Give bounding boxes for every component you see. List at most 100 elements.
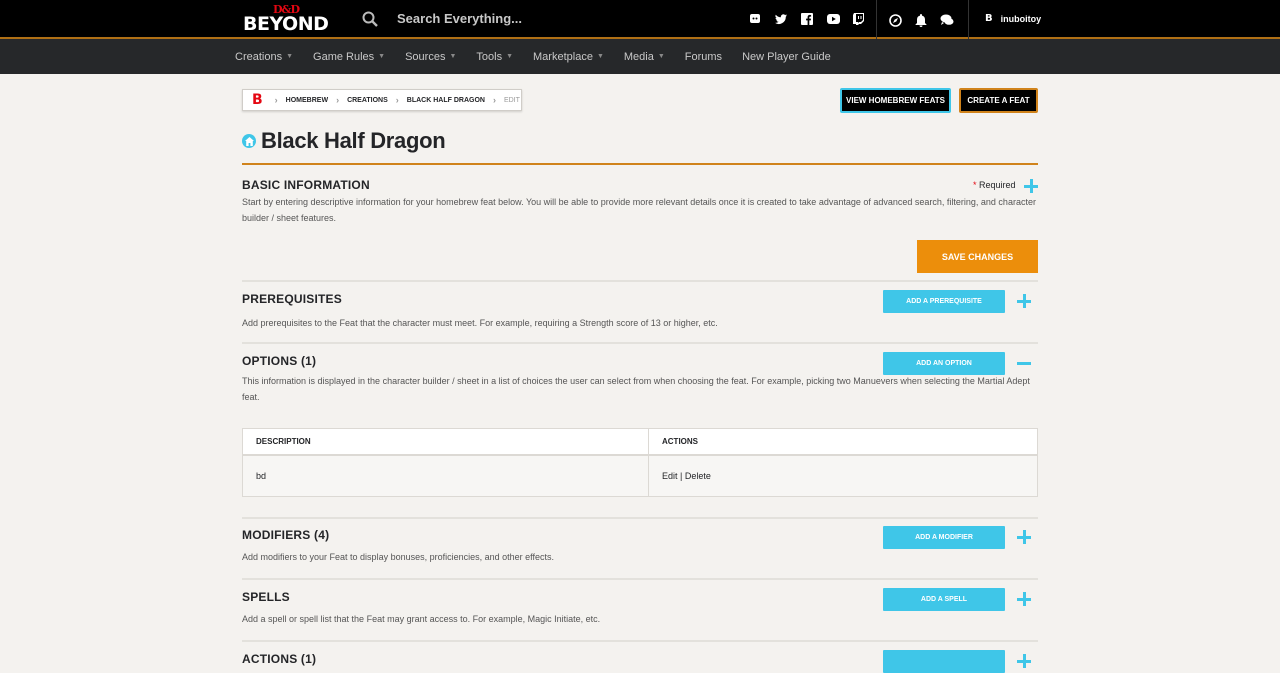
options-section: OPTIONS (1) ADD AN OPTION This informati… bbox=[242, 352, 1038, 519]
chevron-right-icon: › bbox=[274, 95, 278, 105]
collapse-minus-icon[interactable] bbox=[1016, 355, 1032, 371]
caret-down-icon: ▼ bbox=[449, 53, 457, 60]
caret-down-icon: ▼ bbox=[596, 53, 604, 60]
add-modifier-button[interactable]: ADD A MODIFIER bbox=[883, 526, 1005, 549]
breadcrumb: B › HOMEBREW › CREATIONS › BLACK HALF DR… bbox=[242, 89, 522, 111]
nav-item-label: Creations bbox=[235, 50, 283, 63]
search-icon[interactable] bbox=[362, 11, 378, 27]
view-homebrew-feats-button[interactable]: VIEW HOMEBREW FEATS bbox=[840, 88, 951, 113]
breadcrumb-logo[interactable]: B bbox=[252, 92, 263, 108]
nav-item-media[interactable]: Media ▼ bbox=[624, 51, 665, 63]
compass-icon[interactable] bbox=[887, 12, 903, 28]
option-actions-cell: Edit | Delete bbox=[649, 456, 1037, 496]
section-divider bbox=[242, 280, 1038, 282]
nav-item-label: Sources bbox=[405, 50, 446, 63]
modifiers-section: MODIFIERS (4) ADD A MODIFIER Add modifie… bbox=[242, 526, 1038, 583]
social-links bbox=[748, 12, 866, 26]
basic-information-heading: BASIC INFORMATION bbox=[242, 178, 370, 192]
section-divider bbox=[242, 517, 1038, 519]
facebook-icon[interactable] bbox=[800, 12, 814, 26]
required-star: * bbox=[973, 180, 977, 190]
nav-item-creations[interactable]: Creations ▼ bbox=[235, 51, 293, 63]
dnd-beyond-logo[interactable]: D&D BEYOND bbox=[243, 3, 333, 35]
expand-plus-icon[interactable] bbox=[1016, 591, 1032, 607]
title-divider bbox=[242, 163, 1038, 165]
twitch-icon[interactable] bbox=[852, 12, 866, 26]
caret-down-icon: ▼ bbox=[286, 53, 294, 60]
nav-item-game-rules[interactable]: Game Rules ▼ bbox=[313, 51, 385, 63]
expand-plus-icon[interactable] bbox=[1023, 178, 1039, 194]
logo-beyond-text: BEYOND bbox=[243, 13, 329, 35]
column-header-description: DESCRIPTION bbox=[243, 429, 649, 454]
expand-plus-icon[interactable] bbox=[1016, 293, 1032, 309]
divider bbox=[968, 0, 969, 39]
page-title: Black Half Dragon bbox=[261, 128, 446, 153]
nav-item-tools[interactable]: Tools ▼ bbox=[476, 51, 513, 63]
prerequisites-description: Add prerequisites to the Feat that the c… bbox=[242, 318, 718, 328]
user-menu[interactable]: B inuboitoy bbox=[985, 13, 1041, 24]
column-header-actions: ACTIONS bbox=[662, 437, 698, 446]
user-badge: B bbox=[985, 13, 993, 24]
table-row: bd Edit | Delete bbox=[243, 456, 1037, 496]
create-feat-button[interactable]: CREATE A FEAT bbox=[959, 88, 1038, 113]
required-label: Required bbox=[979, 180, 1016, 190]
username: inuboitoy bbox=[1000, 13, 1042, 24]
add-spell-button[interactable]: ADD A SPELL bbox=[883, 588, 1005, 611]
nav-item-marketplace[interactable]: Marketplace ▼ bbox=[533, 51, 604, 63]
nav-item-label: Media bbox=[623, 50, 654, 63]
nav-item-label: Marketplace bbox=[533, 50, 593, 63]
actions-divider: | bbox=[680, 471, 683, 481]
caret-down-icon: ▼ bbox=[506, 53, 514, 60]
delete-link[interactable]: Delete bbox=[685, 471, 711, 481]
edit-link[interactable]: Edit bbox=[662, 471, 678, 481]
nav-item-new-player-guide[interactable]: New Player Guide bbox=[742, 51, 831, 63]
caret-down-icon: ▼ bbox=[657, 53, 665, 60]
expand-plus-icon[interactable] bbox=[1016, 529, 1032, 545]
spells-description: Add a spell or spell list that the Feat … bbox=[242, 614, 601, 624]
add-action-button[interactable] bbox=[883, 650, 1005, 673]
nav-item-label: Forums bbox=[684, 50, 723, 63]
breadcrumb-homebrew[interactable]: HOMEBREW bbox=[286, 97, 328, 104]
chat-icon[interactable] bbox=[939, 12, 955, 28]
top-bar: D&D BEYOND Search Everything... B inuboi… bbox=[0, 0, 1280, 39]
nav-item-forums[interactable]: Forums bbox=[685, 51, 722, 63]
add-option-button[interactable]: ADD AN OPTION bbox=[883, 352, 1005, 375]
breadcrumb-creations[interactable]: CREATIONS bbox=[347, 97, 388, 104]
page-header: Black Half Dragon bbox=[242, 128, 446, 154]
basic-information-section: BASIC INFORMATION * Required Start by en… bbox=[242, 178, 1038, 283]
table-header: DESCRIPTION ACTIONS bbox=[243, 429, 1037, 456]
actions-section: ACTIONS (1) bbox=[242, 650, 1038, 673]
youtube-icon[interactable] bbox=[826, 12, 840, 26]
option-description-cell: bd bbox=[243, 456, 649, 496]
twitter-icon[interactable] bbox=[774, 12, 788, 26]
section-divider bbox=[242, 640, 1038, 642]
caret-down-icon: ▼ bbox=[378, 53, 386, 60]
options-description: This information is displayed in the cha… bbox=[242, 376, 1030, 402]
main-nav: Creations ▼ Game Rules ▼ Sources ▼ Tools ▼ Marke… bbox=[0, 39, 1280, 74]
search-input[interactable]: Search Everything... bbox=[397, 11, 522, 26]
options-table: DESCRIPTION ACTIONS bd Edit | Delete bbox=[242, 428, 1038, 497]
save-changes-button[interactable]: SAVE CHANGES bbox=[917, 240, 1038, 273]
required-legend: * Required bbox=[973, 180, 1016, 190]
divider bbox=[876, 0, 877, 39]
section-divider bbox=[242, 342, 1038, 344]
basic-information-description: Start by entering descriptive informatio… bbox=[242, 197, 1036, 223]
bell-icon[interactable] bbox=[913, 12, 929, 28]
nav-item-label: New Player Guide bbox=[742, 50, 831, 63]
prerequisites-section: PREREQUISITES ADD A PREREQUISITE Add pre… bbox=[242, 290, 1038, 347]
modifiers-description: Add modifiers to your Feat to display bo… bbox=[242, 552, 555, 562]
expand-plus-icon[interactable] bbox=[1016, 653, 1032, 669]
breadcrumb-feat[interactable]: BLACK HALF DRAGON bbox=[407, 97, 485, 104]
nav-item-label: Game Rules bbox=[313, 50, 375, 63]
spells-section: SPELLS ADD A SPELL Add a spell or spell … bbox=[242, 588, 1038, 645]
user-tools bbox=[887, 12, 955, 28]
discord-icon[interactable] bbox=[748, 12, 762, 26]
nav-item-label: Tools bbox=[476, 50, 503, 63]
nav-item-sources[interactable]: Sources ▼ bbox=[405, 51, 456, 63]
breadcrumb-current: EDIT bbox=[503, 96, 520, 104]
chevron-right-icon: › bbox=[336, 95, 340, 105]
home-icon[interactable] bbox=[242, 134, 256, 148]
add-prerequisite-button[interactable]: ADD A PREREQUISITE bbox=[883, 290, 1005, 313]
section-divider bbox=[242, 578, 1038, 580]
chevron-right-icon: › bbox=[492, 95, 496, 105]
